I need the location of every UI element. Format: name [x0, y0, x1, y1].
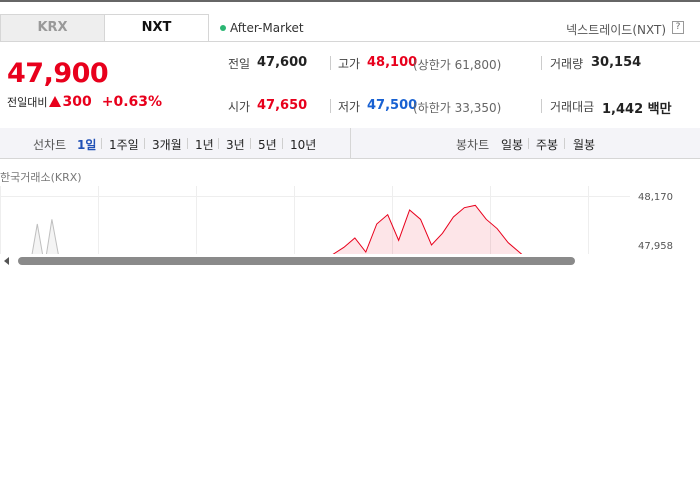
candle-monthly[interactable]: 월봉	[573, 136, 595, 153]
open-label: 시가	[228, 100, 251, 114]
high-label: 고가	[338, 57, 361, 71]
current-price: 47,900	[7, 58, 109, 89]
market-tabs: KRX NXT	[0, 14, 209, 42]
session-label: After-Market	[230, 21, 304, 35]
toolbar-divider	[350, 128, 351, 159]
change-rate: +0.63%	[101, 94, 163, 110]
divider	[564, 138, 565, 149]
divider	[218, 138, 219, 149]
top-border	[0, 0, 700, 2]
divider	[282, 138, 283, 149]
price-summary: 47,900 전일대비 300 +0.63% 전일 47,600 고가 48,1…	[0, 41, 700, 129]
amount-label: 거래대금	[550, 100, 595, 114]
divider	[541, 99, 542, 113]
period-10y[interactable]: 10년	[290, 136, 316, 153]
low-value: 47,500	[367, 98, 418, 113]
high-value: 48,100	[367, 55, 418, 70]
chart-toolbar: 선차트 1일 1주일 3개월 1년 3년 5년 10년 봉차트 일봉 주봉 월봉	[0, 128, 700, 159]
help-icon[interactable]: ?	[672, 21, 684, 34]
session-indicator: After-Market	[220, 21, 304, 35]
scroll-left-arrow-icon[interactable]	[4, 257, 9, 265]
divider	[250, 138, 251, 149]
open-value: 47,650	[257, 98, 308, 113]
prev-close-value: 47,600	[257, 55, 308, 70]
price-change: 전일대비 300 +0.63%	[7, 94, 162, 110]
chart-source-caption: 한국거래소(KRX)	[0, 171, 82, 184]
divider	[330, 99, 331, 113]
price-chart: 48,170 47,958	[0, 186, 700, 256]
divider	[187, 138, 188, 149]
period-3y[interactable]: 3년	[226, 136, 245, 153]
period-1w[interactable]: 1주일	[109, 136, 139, 153]
scroll-thumb[interactable]	[18, 257, 575, 265]
change-value: 300	[62, 94, 92, 110]
period-1d[interactable]: 1일	[77, 136, 96, 153]
divider	[144, 138, 145, 149]
up-triangle-icon	[49, 96, 62, 107]
amount-unit: 백만	[647, 102, 672, 117]
prev-close-label: 전일	[228, 57, 251, 71]
candle-chart-label: 봉차트	[456, 138, 490, 152]
volume-value: 30,154	[591, 55, 642, 70]
change-label: 전일대비	[7, 96, 48, 109]
divider	[101, 138, 102, 149]
status-dot-icon	[220, 25, 226, 31]
lower-limit: (하한가 33,350)	[413, 101, 502, 115]
upper-limit: (상한가 61,800)	[413, 58, 502, 72]
divider	[330, 56, 331, 70]
provider-label: 넥스트레이드(NXT)	[566, 23, 666, 37]
divider	[541, 56, 542, 70]
period-1y[interactable]: 1년	[195, 136, 214, 153]
divider	[528, 138, 529, 149]
candle-daily[interactable]: 일봉	[501, 136, 523, 153]
y-tick-label: 48,170	[638, 192, 673, 203]
period-5y[interactable]: 5년	[258, 136, 277, 153]
tab-nxt[interactable]: NXT	[104, 14, 209, 42]
y-tick-label: 47,958	[638, 241, 673, 252]
amount-number: 1,442	[602, 102, 644, 117]
candle-weekly[interactable]: 주봉	[536, 136, 558, 153]
chart-scrollbar[interactable]	[0, 254, 700, 268]
volume-label: 거래량	[550, 57, 584, 71]
amount-value: 1,442 백만	[602, 98, 672, 117]
low-label: 저가	[338, 100, 361, 114]
tab-krx[interactable]: KRX	[0, 14, 105, 42]
line-chart-label: 선차트	[33, 138, 67, 152]
price-chart-svg: 48,170 47,958	[0, 186, 673, 256]
period-3m[interactable]: 3개월	[152, 136, 182, 153]
